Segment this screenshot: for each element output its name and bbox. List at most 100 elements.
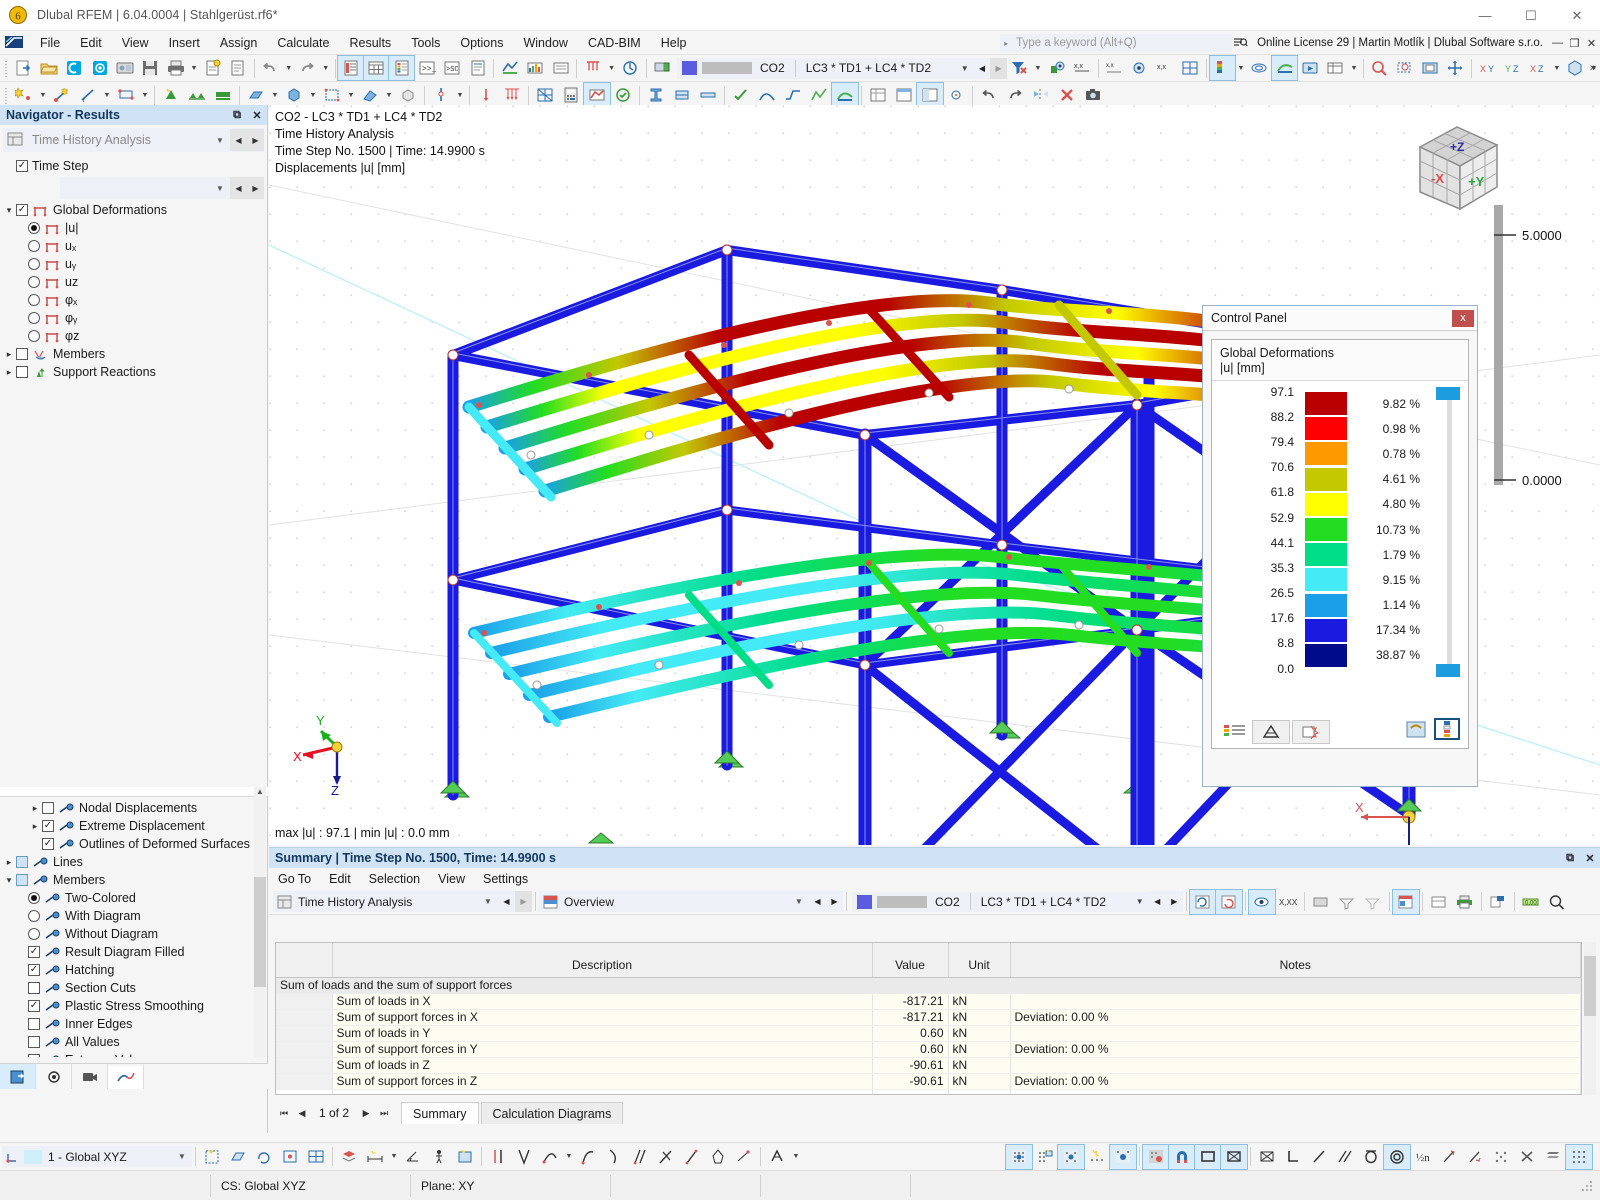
section-icon[interactable]	[643, 83, 669, 107]
summary-menu-settings[interactable]: Settings	[474, 870, 537, 888]
legend-slider-handle-top[interactable]	[1436, 387, 1460, 400]
summary-grid-icon[interactable]	[1426, 890, 1452, 914]
fraction-icon[interactable]: ½n	[1410, 1145, 1436, 1169]
nodal-support-icon[interactable]	[158, 83, 184, 107]
opening-dropdown-caret[interactable]: ▼	[345, 83, 357, 107]
stack-icon[interactable]	[1540, 1145, 1566, 1169]
radio-uz[interactable]	[28, 276, 40, 288]
radio-uy[interactable]	[28, 258, 40, 270]
legend-colors-icon[interactable]	[1434, 718, 1460, 740]
result-diagram-icon[interactable]	[1127, 56, 1152, 80]
tree-item-ux[interactable]: uₓ	[0, 237, 267, 255]
member-set-caret[interactable]: ▼	[383, 83, 395, 107]
radio-phix[interactable]	[28, 294, 40, 306]
delete-icon[interactable]	[1054, 83, 1080, 107]
radio-u-abs[interactable]	[28, 222, 40, 234]
tab-navigator-display[interactable]	[36, 1064, 72, 1089]
grid-view-icon[interactable]	[865, 83, 891, 107]
member-dropdown-caret[interactable]: ▼	[139, 83, 151, 107]
tree-item-phiz[interactable]: φᴢ	[0, 327, 267, 345]
result-values-icon[interactable]	[548, 56, 573, 80]
control-panel-icon[interactable]	[388, 55, 416, 81]
grid-dots-icon[interactable]	[1565, 1143, 1593, 1170]
model-viewport-3d[interactable]: X Z CO2 - LC3 * TD1 + LC4 * TD2 Time His…	[269, 105, 1600, 845]
script-icon[interactable]: >SC	[440, 56, 465, 80]
summary-print-icon[interactable]	[1452, 890, 1478, 914]
mirror-icon[interactable]	[1028, 83, 1054, 107]
combination-icon[interactable]	[780, 83, 806, 107]
radio-phiy[interactable]	[28, 312, 40, 324]
tables-icon[interactable]	[362, 55, 391, 81]
summary-analysis-combo[interactable]: Time History Analysis ▼	[273, 891, 498, 912]
render-mode-icon[interactable]	[1563, 56, 1588, 80]
toolbar-grip[interactable]	[4, 85, 9, 105]
loads-dropdown-caret[interactable]: ▼	[606, 56, 618, 80]
thickness-icon[interactable]	[695, 83, 721, 107]
tab-factors[interactable]	[1252, 720, 1290, 744]
menu-tools[interactable]: Tools	[401, 33, 450, 53]
expander-nodal-displacements[interactable]: ▸	[28, 803, 42, 814]
summary-view-next[interactable]: ▶	[826, 891, 843, 912]
save-icon[interactable]	[138, 56, 163, 80]
tab-navigator-views[interactable]	[72, 1064, 108, 1089]
pan-icon[interactable]	[1443, 56, 1468, 80]
angle-lines-icon[interactable]	[511, 1145, 537, 1169]
member-set-icon[interactable]	[357, 83, 383, 107]
console-icon[interactable]: >>_	[414, 56, 439, 80]
table-row[interactable]: Sum of support forces in Y 0.60 kN Devia…	[276, 1041, 1581, 1058]
loads-display-icon[interactable]	[580, 56, 605, 80]
tree-item-hatching[interactable]: ✓ Hatching	[0, 961, 252, 979]
iso-surface-icon[interactable]	[1247, 56, 1272, 80]
window-maximize-button[interactable]: ☐	[1508, 0, 1554, 31]
checkbox-extreme-displacement[interactable]: ✓	[42, 820, 54, 832]
results-grid[interactable]: Description Value Unit Notes Sum of load…	[275, 942, 1582, 1095]
zoom-all-icon[interactable]	[1417, 56, 1442, 80]
tree-item-lines[interactable]: ▸ Lines	[0, 853, 252, 871]
radio-without-diagram[interactable]	[28, 928, 40, 940]
surface-support-icon[interactable]	[210, 83, 236, 107]
line-support-icon[interactable]	[184, 83, 210, 107]
column-header-value[interactable]: Value	[872, 943, 949, 978]
arc-icon[interactable]	[537, 1145, 563, 1169]
table-row[interactable]: Sum of support forces in Z -90.61 kN Dev…	[276, 1073, 1581, 1090]
wp-grid-icon[interactable]	[303, 1145, 329, 1169]
protocol-icon[interactable]	[465, 56, 490, 80]
summary-menu-selection[interactable]: Selection	[360, 870, 429, 888]
table-row[interactable]: Sum of loads in X -817.21 kN	[276, 993, 1581, 1010]
search-list-icon[interactable]	[1232, 33, 1249, 53]
concentric-icon[interactable]	[1383, 1143, 1411, 1170]
expander-global-deformations[interactable]: ▾	[2, 205, 16, 216]
wp-snap-icon[interactable]	[277, 1145, 303, 1169]
circle-tool-icon[interactable]	[1358, 1145, 1384, 1169]
navigator-scrollbar[interactable]: ▲	[254, 787, 266, 1057]
wp-plane-icon[interactable]	[225, 1145, 251, 1169]
new-solid-icon[interactable]	[281, 83, 307, 107]
select-all-icon[interactable]	[1254, 1145, 1280, 1169]
tab-calculation-diagrams[interactable]: Calculation Diagrams	[480, 1102, 624, 1124]
dimension-icon[interactable]	[362, 1145, 388, 1169]
opening-icon[interactable]	[319, 83, 345, 107]
radio-with-diagram[interactable]	[28, 910, 40, 922]
hinge-icon[interactable]	[428, 83, 454, 107]
parallel-icon[interactable]	[627, 1145, 653, 1169]
checkbox-members[interactable]	[16, 348, 28, 360]
time-step-next-button[interactable]: ▶	[247, 177, 264, 199]
snap-icon[interactable]	[943, 83, 969, 107]
tab-navigator-results[interactable]	[108, 1064, 144, 1089]
legend-slider-track[interactable]	[1447, 387, 1452, 677]
visibility-icon[interactable]	[1044, 56, 1069, 80]
analysis-type-combo[interactable]: Time History Analysis ▼ ◀ ▶	[3, 128, 264, 152]
summary-filter-col-icon[interactable]	[1360, 890, 1386, 914]
mesh-generate-icon[interactable]	[532, 83, 558, 107]
dots-icon[interactable]	[1488, 1145, 1514, 1169]
object-snap-icon[interactable]	[1057, 1143, 1085, 1170]
constraints-icon[interactable]	[764, 1145, 790, 1169]
line-tool-icon[interactable]	[1306, 1145, 1332, 1169]
select-rect-icon[interactable]	[1194, 1143, 1222, 1170]
table-view-icon[interactable]	[891, 83, 917, 107]
checkbox-members-display[interactable]	[16, 874, 28, 886]
summary-refresh-icon[interactable]	[1188, 888, 1217, 915]
surface-results-icon[interactable]	[1271, 55, 1299, 81]
doc-restore-button[interactable]: ❐	[1566, 33, 1583, 53]
summary-load-case-chevron-down-icon[interactable]: ▼	[1131, 897, 1149, 906]
